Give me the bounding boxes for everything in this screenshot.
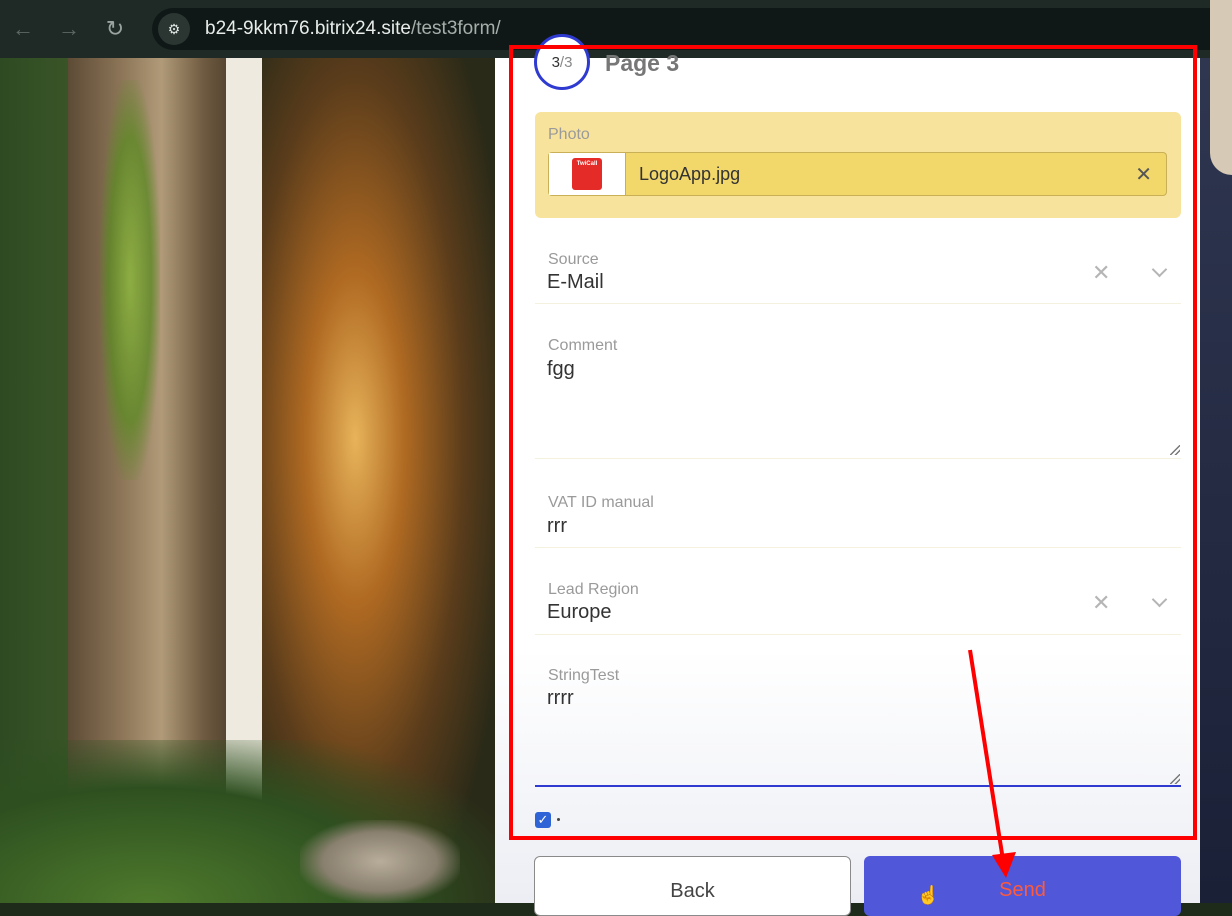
focus-underline <box>535 785 1181 787</box>
divider <box>535 547 1181 548</box>
comment-label: Comment <box>548 337 618 354</box>
lead-region-label: Lead Region <box>548 581 639 598</box>
lead-region-clear-icon[interactable]: ✕ <box>1092 590 1110 616</box>
address-bar[interactable]: ⚙ b24-9kkm76.bitrix24.site/test3form/ <box>152 8 1232 50</box>
site-info-icon[interactable]: ⚙ <box>158 13 190 45</box>
back-button[interactable]: Back <box>534 856 851 916</box>
file-chip[interactable]: TwiCall LogoApp.jpg ✕ <box>548 152 1167 196</box>
comment-textarea[interactable]: fgg <box>547 358 575 381</box>
page-title: Page 3 <box>605 50 680 76</box>
photo-label: Photo <box>548 126 590 143</box>
vat-input[interactable]: rrr <box>547 515 567 538</box>
step-total: /3 <box>559 53 573 71</box>
stringtest-label: StringTest <box>548 667 620 684</box>
divider <box>535 303 1181 304</box>
source-select[interactable]: E-Mail <box>547 271 604 294</box>
step-current: 3 <box>551 53 560 71</box>
back-arrow-icon[interactable]: ← <box>0 16 46 42</box>
stringtest-textarea[interactable]: rrrr <box>547 687 574 710</box>
twicall-logo-icon: TwiCall <box>572 158 602 190</box>
moss <box>100 80 160 480</box>
divider <box>535 458 1181 459</box>
required-dot <box>557 818 560 821</box>
file-name: LogoApp.jpg <box>639 164 741 184</box>
lead-region-select[interactable]: Europe <box>547 601 612 624</box>
send-button[interactable]: Send <box>864 856 1181 916</box>
source-clear-icon[interactable]: ✕ <box>1092 260 1110 286</box>
agreement-checkbox[interactable]: ✓ <box>535 812 551 828</box>
forward-arrow-icon[interactable]: → <box>46 16 92 42</box>
resize-handle-icon[interactable] <box>1170 774 1180 784</box>
divider <box>535 634 1181 635</box>
file-thumbnail: TwiCall <box>549 153 626 195</box>
url-path: /test3form/ <box>410 18 501 39</box>
right-edge-strip <box>1200 58 1232 903</box>
resize-handle-icon[interactable] <box>1170 445 1180 455</box>
url-text[interactable]: b24-9kkm76.bitrix24.site/test3form/ <box>205 18 501 40</box>
step-indicator: 3/3 <box>534 34 590 90</box>
reload-icon[interactable]: ↻ <box>92 16 138 42</box>
source-label: Source <box>548 251 599 268</box>
url-host: b24-9kkm76.bitrix24.site <box>205 18 411 39</box>
driftwood <box>300 820 460 903</box>
webcam-overlay <box>1210 0 1232 175</box>
remove-file-icon[interactable]: ✕ <box>1135 162 1152 187</box>
vat-label: VAT ID manual <box>548 494 654 511</box>
